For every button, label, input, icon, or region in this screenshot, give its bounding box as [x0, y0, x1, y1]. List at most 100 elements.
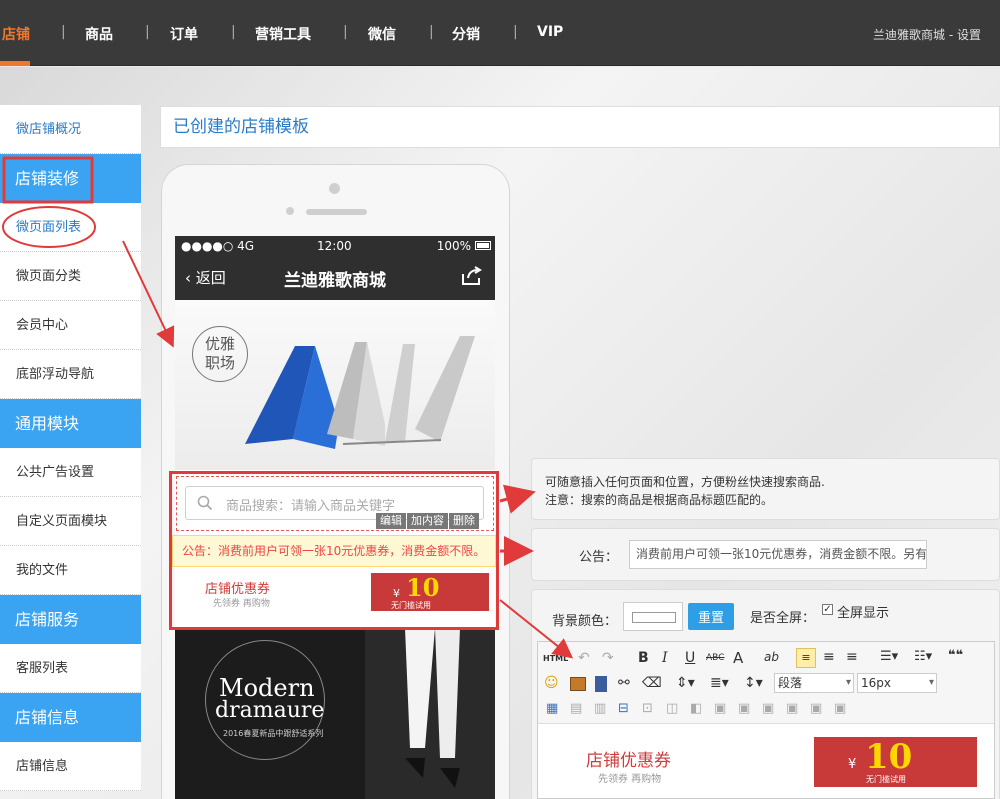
coupon-module[interactable]: 店铺优惠券 先领券 再购物 ¥ 10 无门槛试用 — [175, 571, 490, 613]
phone-status-bar: ●●●●○ 4G 12:00 100% — [175, 236, 495, 256]
emoji-icon[interactable]: ☺ — [544, 675, 559, 691]
top-nav: 店铺 | 商品 | 订单 | 营销工具 | 微信 | 分销 | VIP 兰迪雅歌… — [0, 0, 1000, 66]
video-icon[interactable] — [595, 676, 607, 692]
editor-coupon-subtitle: 先领券 再购物 — [598, 774, 662, 785]
hero-banner-model: Modern dramaure 2016春夏新品中跟舒适系列 — [175, 628, 495, 799]
notice-bar[interactable]: 公告：消费前用户可领一张10元优惠券，消费金额不限。 — [172, 535, 496, 567]
bg-color-label: 背景颜色： — [552, 614, 618, 629]
notice-input[interactable]: 消费前用户可领一张10元优惠券，消费金额不限。另有 — [629, 540, 927, 569]
merge-cells-icon[interactable]: ▣ — [714, 701, 726, 716]
sidebar-item-overview[interactable]: 微店铺概况 — [0, 105, 141, 154]
search-tip-line2: 注意：搜索的商品是根据商品标题匹配的。 — [545, 493, 774, 507]
search-icon — [197, 495, 213, 515]
html-button[interactable]: HTML — [543, 654, 568, 663]
share-icon[interactable] — [461, 266, 483, 290]
sidebar-item-public-ads[interactable]: 公共广告设置 — [0, 448, 141, 497]
page-title: 已创建的店铺模板 — [160, 106, 1000, 148]
editor-toolbar: HTML ↶ ↷ B I U ABC A ab ≡ ≡ ≡ ☰▾ ☷▾ ❝❝ ☺… — [538, 642, 994, 724]
module-edit-tools: 编辑 加内容 删除 — [376, 513, 480, 529]
underline-button[interactable]: U — [685, 650, 695, 666]
fullscreen-label: 是否全屏： — [750, 611, 816, 626]
nav-separator: | — [429, 24, 434, 40]
italic-button[interactable]: I — [662, 650, 668, 666]
merge-right-icon[interactable]: ▣ — [738, 701, 750, 716]
split-rows-icon[interactable]: ▣ — [810, 701, 822, 716]
sidebar-item-micropage-category[interactable]: 微页面分类 — [0, 252, 141, 301]
sidebar-group-decoration: 店铺装修 — [0, 154, 141, 203]
blockquote-button[interactable]: ❝❝ — [948, 648, 963, 663]
image-icon[interactable] — [570, 677, 586, 691]
delete-module-button[interactable]: 删除 — [449, 513, 479, 529]
numbered-list-icon[interactable]: ☷▾ — [914, 649, 932, 664]
align-center-icon[interactable]: ≡ — [823, 649, 835, 665]
reset-button[interactable]: 重置 — [688, 603, 734, 630]
notice-label: 公告： — [579, 550, 619, 565]
nav-item-wechat[interactable]: 微信 — [368, 24, 396, 44]
phone-sensor — [286, 207, 294, 215]
font-color-button[interactable]: A — [733, 649, 743, 667]
nav-separator: | — [513, 24, 518, 40]
merge-down-icon[interactable]: ▣ — [762, 701, 774, 716]
table-icon[interactable]: ▦ — [546, 701, 558, 716]
search-settings-panel: 可随意插入任何页面和位置，方便粉丝快速搜索商品. 注意：搜索的商品是根据商品标题… — [531, 458, 1000, 520]
sidebar-item-member-center[interactable]: 会员中心 — [0, 301, 141, 350]
add-content-button[interactable]: 加内容 — [407, 513, 448, 529]
strikethrough-button[interactable]: ABC — [706, 653, 724, 663]
nav-item-orders[interactable]: 订单 — [170, 24, 198, 44]
highlight-button[interactable]: ab — [764, 650, 779, 664]
nav-item-store[interactable]: 店铺 — [2, 24, 30, 44]
nav-item-vip[interactable]: VIP — [537, 24, 563, 40]
fullscreen-checkbox[interactable]: ✓ — [822, 604, 833, 615]
editor-coupon-preview[interactable]: 店铺优惠券 先领券 再购物 ¥ 10 无门槛试用 — [538, 725, 994, 798]
nav-active-indicator — [0, 61, 30, 66]
coupon-amount: 10 — [406, 573, 440, 602]
delete-column-icon[interactable]: ◧ — [690, 701, 702, 716]
store-settings-link[interactable]: 兰迪雅歌商城 - 设置 — [873, 26, 981, 43]
table-props-icon[interactable]: ▤ — [570, 701, 582, 716]
nav-item-marketing[interactable]: 营销工具 — [255, 24, 311, 44]
delete-row-icon[interactable]: ⊡ — [642, 701, 653, 716]
table-title-icon[interactable]: ▥ — [594, 701, 606, 716]
phone-speaker — [306, 209, 367, 215]
model-image — [365, 628, 495, 799]
split-cells-icon[interactable]: ▣ — [786, 701, 798, 716]
edit-module-button[interactable]: 编辑 — [376, 513, 406, 529]
align-right-icon[interactable]: ≡ — [846, 649, 858, 665]
paragraph-spacing-icon[interactable]: ≣▾ — [710, 675, 729, 691]
bold-button[interactable]: B — [638, 650, 649, 666]
paragraph-select[interactable]: 段落 — [774, 673, 854, 693]
line-spacing-icon[interactable]: ⇕▾ — [676, 675, 695, 691]
nav-item-distribution[interactable]: 分销 — [452, 24, 480, 44]
fontsize-select[interactable]: 16px — [857, 673, 937, 693]
eraser-icon[interactable]: ⌫ — [642, 675, 662, 691]
nav-separator: | — [61, 24, 66, 40]
sidebar-item-customer-service[interactable]: 客服列表 — [0, 644, 141, 693]
sidebar-group-store-service: 店铺服务 — [0, 595, 141, 644]
battery-icon — [475, 241, 491, 250]
editor-coupon-amount: 10 — [865, 737, 913, 777]
insert-row-icon[interactable]: ⊟ — [618, 701, 629, 716]
sidebar-item-my-files[interactable]: 我的文件 — [0, 546, 141, 595]
insert-column-icon[interactable]: ◫ — [666, 701, 678, 716]
brand-collection-text: 2016春夏新品中跟舒适系列 — [223, 729, 324, 738]
battery-percent: 100% — [436, 239, 471, 253]
coupon-currency: ¥ — [393, 587, 400, 600]
split-cols-icon[interactable]: ▣ — [834, 701, 846, 716]
sidebar-item-bottom-nav[interactable]: 底部浮动导航 — [0, 350, 141, 399]
sidebar-item-store-info[interactable]: 店铺信息 — [0, 742, 141, 791]
brand-name-line2: dramaure — [215, 698, 325, 723]
editor-coupon-note: 无门槛试用 — [866, 775, 906, 784]
sidebar-item-custom-module[interactable]: 自定义页面模块 — [0, 497, 141, 546]
undo-icon[interactable]: ↶ — [578, 650, 590, 666]
redo-icon[interactable]: ↷ — [602, 650, 614, 666]
sidebar-item-micropage-list[interactable]: 微页面列表 — [0, 203, 141, 252]
row-spacing-icon[interactable]: ↕▾ — [744, 675, 763, 691]
nav-separator: | — [145, 24, 150, 40]
align-left-icon[interactable]: ≡ — [796, 648, 816, 668]
bullet-list-icon[interactable]: ☰▾ — [880, 649, 898, 664]
link-icon[interactable]: ⚯ — [618, 675, 630, 691]
nav-item-products[interactable]: 商品 — [85, 24, 113, 44]
bg-color-picker[interactable] — [623, 602, 683, 631]
phone-title-bar: ‹ 返回 兰迪雅歌商城 — [175, 256, 495, 300]
status-time: 12:00 — [317, 239, 352, 253]
